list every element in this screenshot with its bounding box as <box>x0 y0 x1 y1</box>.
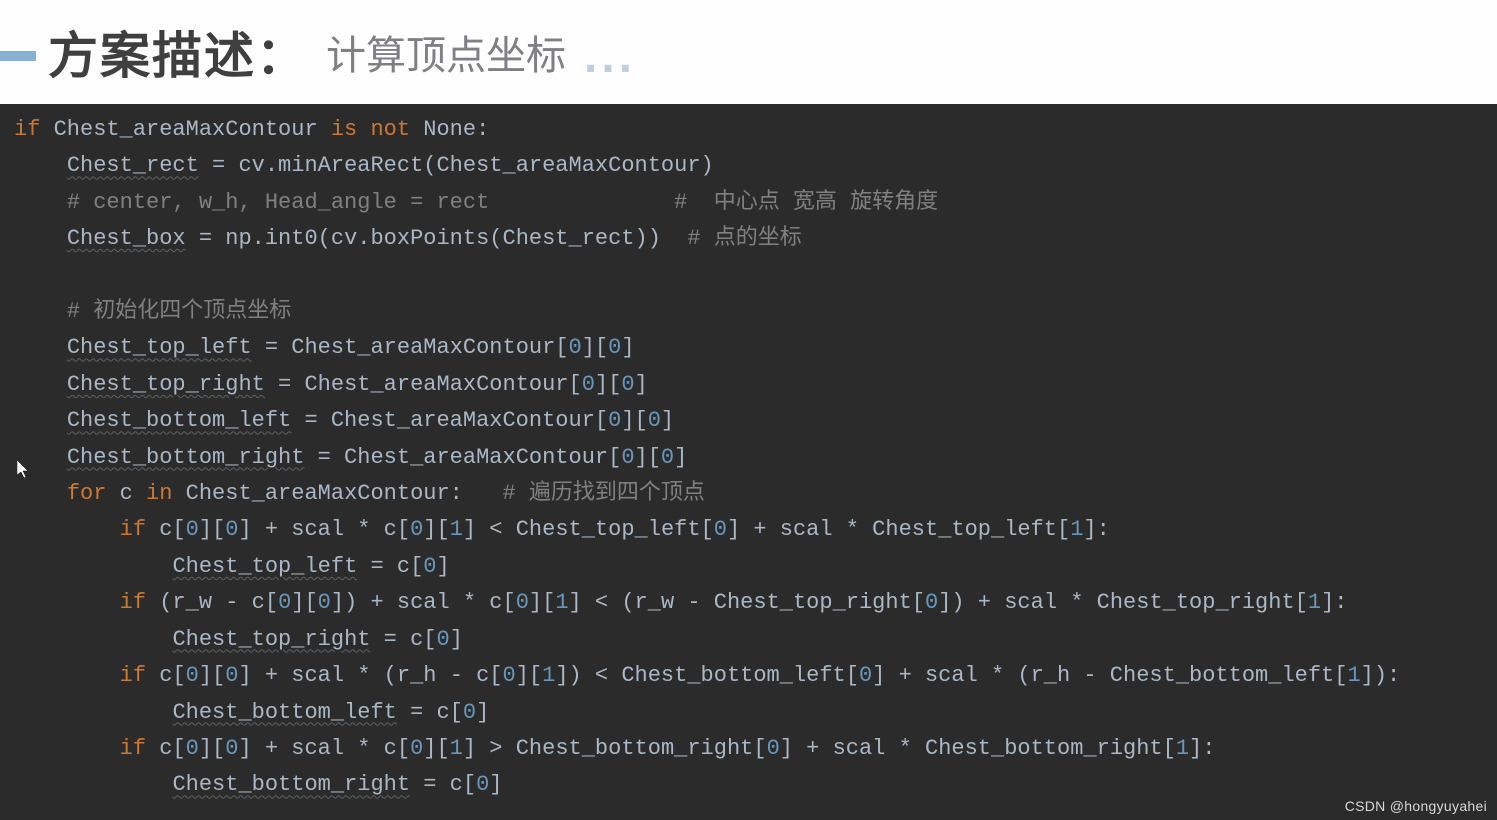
code-line: if c[0][0] + scal * c[0][1] > Chest_bott… <box>14 736 1215 761</box>
watermark-text: CSDN @hongyuyahei <box>1345 798 1487 814</box>
mouse-cursor-icon <box>17 460 31 480</box>
code-line: # 初始化四个顶点坐标 <box>14 299 291 324</box>
header-accent-bar <box>0 51 36 61</box>
header-title-main: 方案描述： <box>48 16 308 88</box>
code-line: if c[0][0] + scal * c[0][1] < Chest_top_… <box>14 517 1110 542</box>
code-line: Chest_top_right = Chest_areaMaxContour[0… <box>14 372 648 397</box>
code-line: Chest_bottom_left = c[0] <box>14 700 489 725</box>
code-line: if (r_w - c[0][0]) + scal * c[0][1] < (r… <box>14 590 1347 615</box>
code-line: if Chest_areaMaxContour is not None: <box>14 117 489 142</box>
code-line: Chest_top_left = Chest_areaMaxContour[0]… <box>14 335 635 360</box>
code-line: if c[0][0] + scal * (r_h - c[0][1]) < Ch… <box>14 663 1400 688</box>
code-line <box>14 263 27 288</box>
code-line: for c in Chest_areaMaxContour: # 遍历找到四个顶… <box>14 481 705 506</box>
code-line: Chest_bottom_right = Chest_areaMaxContou… <box>14 445 687 470</box>
header-title-sub: 计算顶点坐标 <box>326 23 566 81</box>
code-line: Chest_rect = cv.minAreaRect(Chest_areaMa… <box>14 153 714 178</box>
header-ellipsis: ... <box>584 29 636 84</box>
code-line: Chest_box = np.int0(cv.boxPoints(Chest_r… <box>14 226 802 251</box>
code-editor[interactable]: if Chest_areaMaxContour is not None: Che… <box>0 104 1497 812</box>
slide-header: 方案描述： 计算顶点坐标 ... <box>0 0 1497 104</box>
code-line: Chest_bottom_left = Chest_areaMaxContour… <box>14 408 674 433</box>
code-line: # center, w_h, Head_angle = rect # 中心点 宽… <box>14 190 938 215</box>
code-line: Chest_top_right = c[0] <box>14 627 463 652</box>
code-line: Chest_bottom_right = c[0] <box>14 772 503 797</box>
code-line: Chest_top_left = c[0] <box>14 554 450 579</box>
